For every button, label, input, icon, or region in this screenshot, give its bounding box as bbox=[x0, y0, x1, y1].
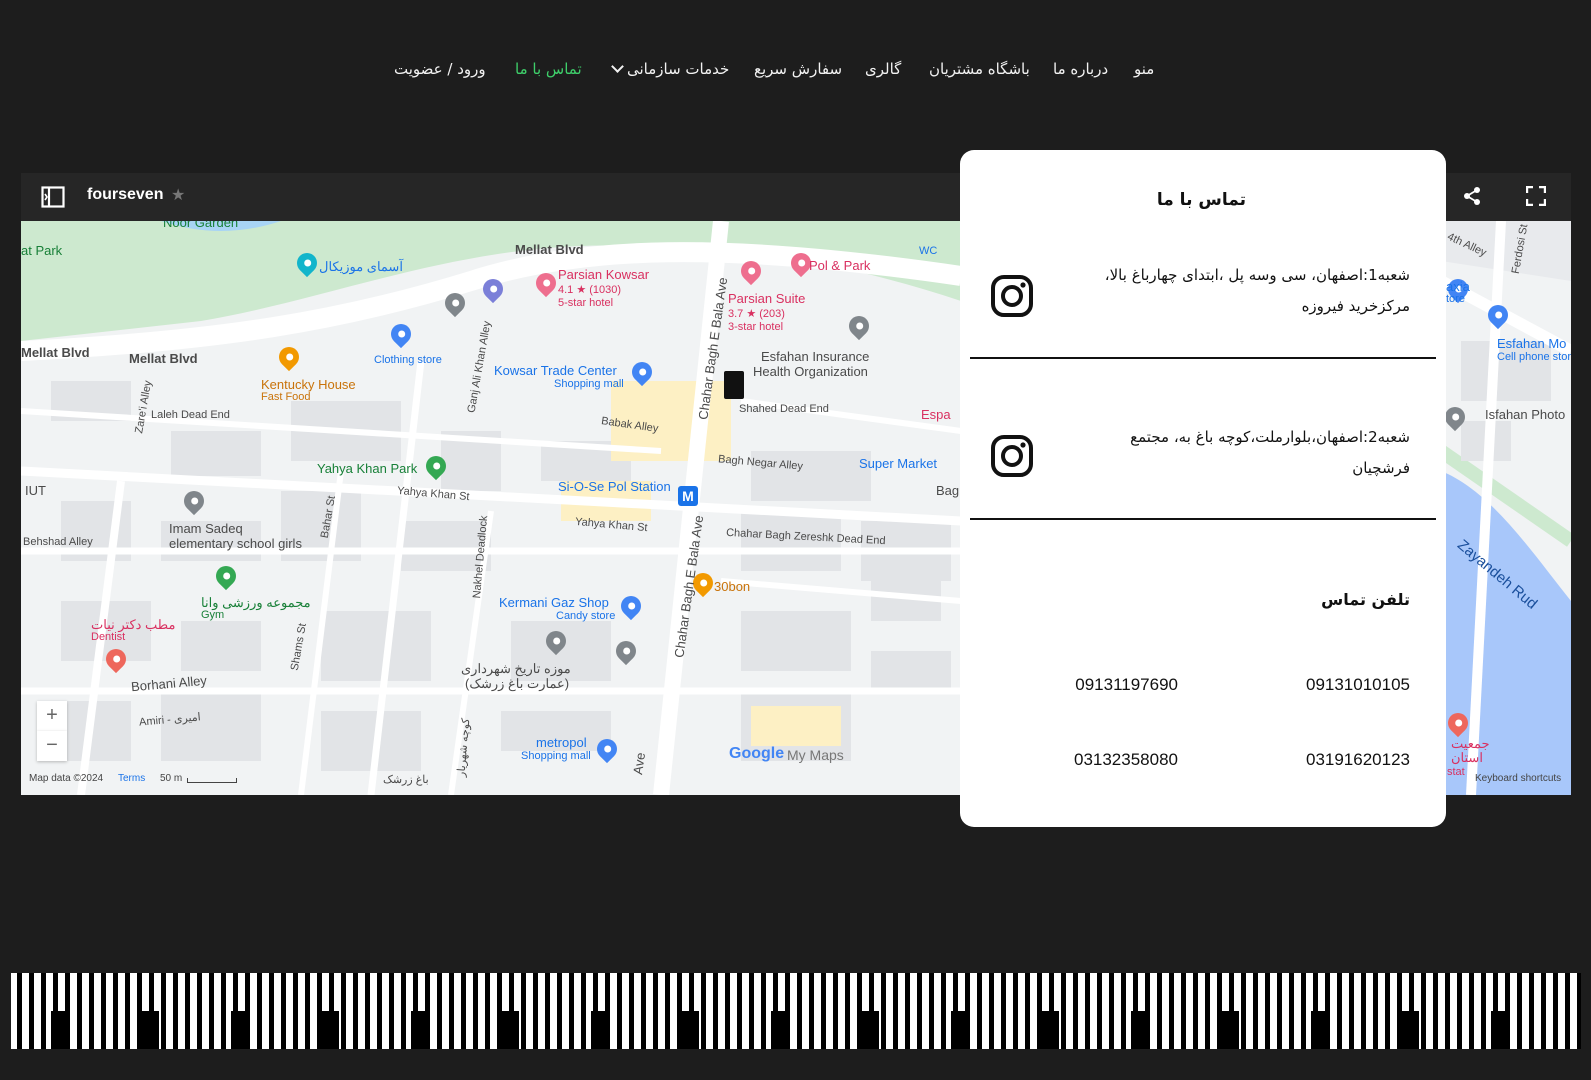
nav-about[interactable]: درباره ما bbox=[1053, 60, 1108, 78]
branch-1-address: شعبه1:اصفهان، سی وسه پل ،ابتدای چهارباغ … bbox=[1104, 266, 1410, 315]
map-label: tore bbox=[1446, 293, 1465, 305]
piano-graphic bbox=[17, 973, 1582, 1049]
map-label: Health Organization bbox=[753, 364, 868, 379]
map-label: Esfahan Insurance bbox=[761, 349, 870, 364]
map-label: metropol bbox=[536, 735, 587, 750]
map-label: elementary school girls bbox=[169, 536, 302, 551]
nav-quick-order[interactable]: سفارش سریع bbox=[754, 60, 842, 78]
map-label: Isfahan Photo bbox=[1485, 407, 1566, 422]
map-label: Behshad Alley bbox=[23, 536, 93, 548]
branch-2: شعبه2:اصفهان،بلوارملت،کوچه باغ به، مجتمع… bbox=[970, 422, 1436, 502]
google-logo: Google bbox=[729, 745, 785, 762]
nav-corporate-services[interactable]: خدمات سازمانی bbox=[611, 60, 730, 78]
map-label: Mellat Blvd bbox=[129, 351, 198, 366]
sidebar-toggle-icon[interactable] bbox=[41, 186, 65, 212]
phone-number[interactable]: 09131010105 bbox=[1306, 675, 1410, 695]
keyboard-shortcuts-link[interactable]: Keyboard shortcuts bbox=[1475, 773, 1561, 784]
map-label: Gym bbox=[201, 609, 225, 621]
scale-bar bbox=[187, 778, 237, 783]
map-title[interactable]: fourseven bbox=[87, 186, 163, 204]
star-icon[interactable]: ★ bbox=[171, 185, 185, 204]
instagram-icon[interactable] bbox=[990, 274, 1034, 318]
map-label: Shopping mall bbox=[554, 378, 624, 390]
chevron-down-icon bbox=[611, 60, 624, 73]
map-label: Esfahan Mo bbox=[1497, 336, 1567, 351]
map-label: Parsian Kowsar bbox=[558, 267, 650, 282]
map-label: 5-star hotel bbox=[558, 297, 614, 309]
branch-1: شعبه1:اصفهان، سی وسه پل ،ابتدای چهارباغ … bbox=[970, 260, 1436, 340]
main-nav: منو درباره ما باشگاه مشتریان گالری سفارش… bbox=[0, 54, 1591, 86]
map-label: Cell phone stor bbox=[1497, 351, 1571, 363]
map-label: Fast Food bbox=[261, 391, 311, 403]
map-label: at Park bbox=[21, 243, 63, 258]
map-label: Espa bbox=[921, 407, 951, 422]
map-label: Kowsar Trade Center bbox=[494, 363, 617, 378]
map-label: Pol & Park bbox=[809, 258, 871, 273]
map-label: Shahed Dead End bbox=[739, 403, 829, 415]
map-label: axia bbox=[1446, 279, 1470, 294]
phone-number[interactable]: 03132358080 bbox=[1074, 750, 1178, 770]
terms-link[interactable]: Terms bbox=[118, 773, 145, 784]
map-label: Mellat Blvd bbox=[21, 345, 90, 360]
share-icon[interactable] bbox=[1463, 186, 1481, 210]
zoom-out-button[interactable]: − bbox=[37, 731, 67, 761]
map-label: (عمارت باغ زرشک) bbox=[465, 676, 570, 691]
piano-keys-decoration bbox=[11, 973, 1582, 1049]
map-label: 3.7 ★ (203) bbox=[728, 308, 785, 320]
phone-number[interactable]: 09131197690 bbox=[1075, 675, 1178, 695]
fullscreen-icon[interactable] bbox=[1525, 185, 1547, 210]
phone-number[interactable]: 03191620123 bbox=[1306, 750, 1410, 770]
map-label: استان bbox=[1451, 750, 1483, 765]
map-label: Candy store bbox=[556, 610, 616, 622]
my-maps-label: My Maps bbox=[787, 747, 844, 763]
map-label: WC bbox=[919, 245, 938, 257]
map-label: آسمای موزیکال bbox=[319, 259, 403, 274]
nav-corporate-label: خدمات سازمانی bbox=[627, 60, 730, 78]
nav-customer-club[interactable]: باشگاه مشتریان bbox=[929, 60, 1030, 78]
map-label: Ave bbox=[630, 751, 649, 776]
map-label: Super Market bbox=[859, 456, 938, 471]
map-label: Kentucky House bbox=[261, 377, 356, 392]
fourseven-marker-icon[interactable] bbox=[724, 371, 744, 399]
nav-menu[interactable]: منو bbox=[1134, 60, 1154, 78]
contact-card: تماس با ما شعبه1:اصفهان، سی وسه پل ،ابتد… bbox=[960, 150, 1446, 827]
nav-gallery[interactable]: گالری bbox=[865, 60, 901, 78]
map-label: Kermani Gaz Shop bbox=[499, 595, 609, 610]
map-label: 3-star hotel bbox=[728, 321, 784, 333]
map-label: stat bbox=[1447, 766, 1465, 778]
divider bbox=[970, 357, 1436, 359]
branch-2-address: شعبه2:اصفهان،بلوارملت،کوچه باغ به، مجتمع… bbox=[1130, 428, 1410, 477]
zoom-in-button[interactable]: + bbox=[37, 701, 67, 731]
map-label: Imam Sadeq bbox=[169, 521, 243, 536]
map-label: Shopping mall bbox=[521, 750, 591, 762]
map-label: Yahya Khan Park bbox=[317, 461, 418, 476]
map-label: 30bon bbox=[714, 579, 751, 594]
map-label: Mellat Blvd bbox=[515, 242, 584, 257]
nav-login-register[interactable]: ورود / عضویت bbox=[394, 60, 486, 78]
map-attribution: Map data ©2024 bbox=[29, 773, 104, 784]
map-label: باغ زرشک bbox=[383, 774, 429, 786]
map-label: Dentist bbox=[91, 631, 126, 643]
scale-label: 50 m bbox=[160, 773, 183, 784]
metro-icon[interactable]: M bbox=[678, 486, 698, 506]
map-label: 4.1 ★ (1030) bbox=[558, 284, 622, 296]
phone-title: تلفن تماس bbox=[1321, 590, 1410, 609]
map-label: IUT bbox=[25, 483, 46, 498]
instagram-icon[interactable] bbox=[990, 434, 1034, 478]
map-label: موزه تاریخ شهرداری bbox=[461, 661, 571, 676]
map-label: Clothing store bbox=[374, 354, 442, 366]
contact-title: تماس با ما bbox=[1156, 190, 1246, 210]
map-label: Bag bbox=[936, 483, 960, 498]
map-label: Si-O-Se Pol Station bbox=[558, 479, 671, 494]
map-label: Parsian Suite bbox=[728, 291, 806, 306]
divider bbox=[970, 518, 1436, 520]
map-label: Laleh Dead End bbox=[151, 409, 230, 421]
nav-contact[interactable]: تماس با ما bbox=[515, 60, 582, 78]
